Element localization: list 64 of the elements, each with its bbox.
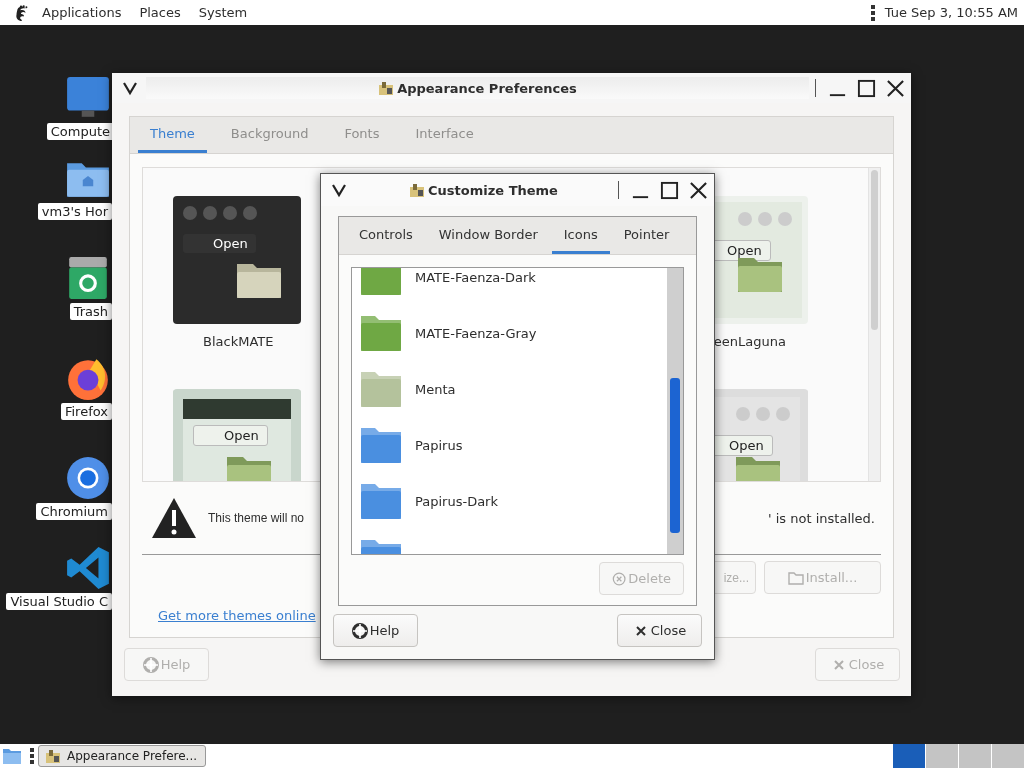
panel-menu[interactable]: System bbox=[192, 5, 254, 20]
window-button-sample bbox=[758, 212, 772, 226]
delete-icon bbox=[612, 570, 627, 587]
chevron-down-icon[interactable] bbox=[331, 182, 347, 198]
chromium-icon[interactable] bbox=[65, 455, 111, 501]
desktop-icon-label[interactable]: Compute bbox=[46, 123, 114, 140]
taskbar-button[interactable]: Appearance Prefere... bbox=[38, 745, 206, 767]
close-icon[interactable] bbox=[886, 78, 905, 98]
window-button-sample bbox=[736, 407, 750, 421]
tab[interactable]: Controls bbox=[347, 217, 425, 254]
window-button-sample bbox=[183, 206, 197, 220]
icon-theme-name[interactable]: MATE-Faenza-Gray bbox=[415, 325, 537, 341]
app-icon bbox=[378, 80, 395, 96]
desktop-icon-label[interactable]: Trash bbox=[69, 303, 112, 320]
tab[interactable]: Icons bbox=[551, 217, 610, 254]
sample-button: Open bbox=[183, 234, 256, 253]
clock[interactable]: Tue Sep 3, 10:55 AM bbox=[884, 5, 1018, 20]
icon-theme-name[interactable]: MATE-Faenza-Dark bbox=[415, 269, 536, 285]
chevron-down-icon[interactable] bbox=[122, 80, 138, 96]
desktop-icon-label[interactable]: vm3's Hor bbox=[37, 203, 112, 220]
desktop-icon-label[interactable]: Chromium bbox=[36, 503, 112, 520]
warning-icon bbox=[150, 496, 198, 540]
close-icon[interactable] bbox=[689, 180, 708, 200]
help-icon bbox=[142, 656, 159, 673]
maximize-icon[interactable] bbox=[857, 78, 876, 98]
window-button-sample bbox=[203, 206, 217, 220]
window-title: Customize Theme bbox=[428, 182, 558, 198]
help-icon bbox=[351, 622, 368, 639]
maximize-icon[interactable] bbox=[660, 180, 679, 200]
tab[interactable]: Pointer bbox=[611, 217, 682, 254]
vscode-icon[interactable] bbox=[65, 545, 111, 591]
scrollbar-thumb[interactable] bbox=[670, 378, 680, 533]
icon-theme-name[interactable]: Papirus-Dark bbox=[415, 493, 498, 509]
window-button-sample bbox=[776, 407, 790, 421]
window-button-sample bbox=[756, 407, 770, 421]
app-icon bbox=[409, 182, 426, 198]
panel-menu[interactable]: Places bbox=[133, 5, 187, 20]
sample-button: Open bbox=[193, 425, 268, 446]
icon-theme-name[interactable]: Papirus bbox=[415, 437, 463, 453]
theme-name: BlackMATE bbox=[203, 334, 274, 349]
window-button-sample bbox=[738, 212, 752, 226]
footer-button[interactable]: Close bbox=[617, 614, 702, 647]
folder-icon bbox=[787, 569, 804, 586]
window-title: Appearance Preferences bbox=[397, 80, 577, 96]
tab[interactable]: Window Border bbox=[426, 217, 550, 254]
app-icon bbox=[45, 748, 61, 764]
window-button-sample bbox=[223, 206, 237, 220]
handle-icon[interactable] bbox=[870, 4, 875, 21]
window-button-sample bbox=[243, 206, 257, 220]
themes-link[interactable]: Get more themes online bbox=[158, 608, 316, 623]
scrollbar-thumb[interactable] bbox=[871, 170, 878, 330]
desktop-icon-label[interactable]: Firefox bbox=[60, 403, 112, 420]
icon-theme-name[interactable]: Menta bbox=[415, 381, 456, 397]
panel-menu[interactable]: Applications bbox=[36, 5, 128, 20]
theme-name: eenLaguna bbox=[713, 334, 786, 349]
warning-text: This theme will no bbox=[208, 511, 305, 525]
warning-text: ' is not installed. bbox=[768, 510, 875, 526]
window-button-sample bbox=[778, 212, 792, 226]
handle-icon[interactable] bbox=[30, 748, 34, 764]
folder-icon[interactable] bbox=[2, 746, 22, 766]
footer-button[interactable]: Help bbox=[333, 614, 418, 647]
desktop-icon-label[interactable]: Visual Studio C bbox=[6, 593, 112, 610]
theme-preview[interactable]: Open bbox=[173, 196, 301, 324]
theme-preview[interactable]: Open bbox=[173, 389, 301, 481]
